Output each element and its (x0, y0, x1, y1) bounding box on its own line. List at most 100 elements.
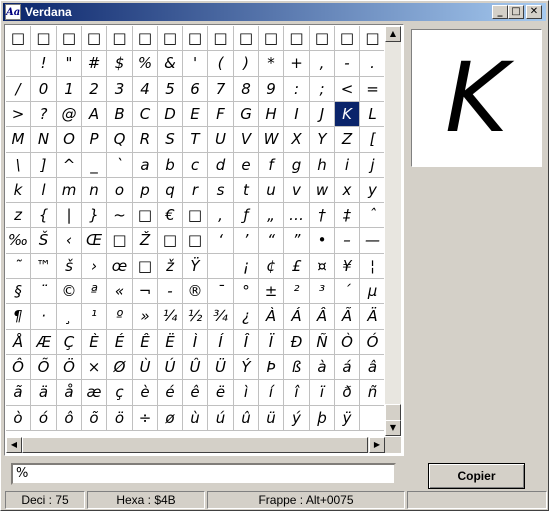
char-cell[interactable]: ° (234, 279, 259, 304)
char-cell[interactable]: □ (107, 26, 133, 51)
char-cell[interactable]: G (234, 102, 259, 127)
char-cell[interactable]: 2 (82, 77, 107, 102)
char-cell[interactable]: Ü (208, 355, 234, 380)
char-cell[interactable]: ½ (183, 304, 208, 330)
char-cell[interactable]: ¨ (31, 279, 57, 304)
char-cell[interactable]: 5 (158, 77, 183, 102)
char-cell[interactable]: l (31, 178, 57, 203)
char-cell[interactable]: s (208, 178, 234, 203)
char-cell[interactable]: “ (259, 228, 284, 254)
char-cell[interactable]: ý (284, 406, 310, 431)
char-cell[interactable]: ± (259, 279, 284, 304)
char-cell[interactable]: ² (284, 279, 310, 304)
char-cell[interactable]: Œ (82, 228, 107, 254)
char-cell[interactable]: O (57, 127, 82, 153)
char-cell[interactable]: Z (335, 127, 360, 153)
char-cell[interactable]: Ê (133, 330, 158, 355)
char-cell[interactable]: ‘ (208, 228, 234, 254)
char-cell[interactable]: □ (133, 26, 158, 51)
char-cell[interactable]: ë (208, 380, 234, 406)
char-cell[interactable]: ÷ (133, 406, 158, 431)
char-cell[interactable]: Y (310, 127, 335, 153)
char-cell[interactable]: □ (133, 254, 158, 279)
char-cell[interactable]: ê (183, 380, 208, 406)
char-cell[interactable]: ˆ (360, 203, 384, 228)
char-cell[interactable]: □ (360, 26, 384, 51)
char-cell[interactable]: ü (259, 406, 284, 431)
char-cell[interactable]: † (310, 203, 335, 228)
char-cell[interactable]: i (335, 153, 360, 178)
char-cell[interactable]: [ (360, 127, 384, 153)
char-cell[interactable]: j (360, 153, 384, 178)
char-cell[interactable]: % (133, 51, 158, 77)
char-cell[interactable]: © (57, 279, 82, 304)
char-cell[interactable]: d (208, 153, 234, 178)
char-cell[interactable]: á (335, 355, 360, 380)
char-cell[interactable]: / (6, 77, 31, 102)
char-cell[interactable]: 7 (208, 77, 234, 102)
char-cell[interactable]: □ (183, 228, 208, 254)
char-cell[interactable]: □ (183, 203, 208, 228)
char-cell[interactable]: ¤ (310, 254, 335, 279)
char-cell[interactable]: ÿ (335, 406, 360, 431)
char-cell[interactable]: e (234, 153, 259, 178)
char-cell[interactable]: Ã (335, 304, 360, 330)
char-cell[interactable]: × (82, 355, 107, 380)
char-cell[interactable]: ® (183, 279, 208, 304)
char-cell[interactable]: □ (31, 26, 57, 51)
char-cell[interactable]: Æ (31, 330, 57, 355)
char-cell[interactable]: ï (310, 380, 335, 406)
scroll-left-arrow-icon[interactable]: ◀ (6, 437, 22, 453)
char-cell[interactable]: > (6, 102, 31, 127)
char-cell[interactable]: ô (57, 406, 82, 431)
char-cell[interactable]: g (284, 153, 310, 178)
char-cell[interactable]: D (158, 102, 183, 127)
char-cell[interactable]: f (259, 153, 284, 178)
char-cell[interactable]: 3 (107, 77, 133, 102)
char-cell[interactable]: # (82, 51, 107, 77)
char-cell[interactable]: Õ (31, 355, 57, 380)
char-cell[interactable]: □ (234, 26, 259, 51)
char-cell[interactable]: 1 (57, 77, 82, 102)
char-cell[interactable]: A (82, 102, 107, 127)
char-cell[interactable]: ´ (335, 279, 360, 304)
char-cell[interactable]: □ (259, 26, 284, 51)
char-cell[interactable]: Ö (57, 355, 82, 380)
char-cell[interactable]: m (57, 178, 82, 203)
horizontal-scroll-thumb[interactable] (22, 437, 368, 453)
char-cell[interactable]: œ (107, 254, 133, 279)
char-cell[interactable]: E (183, 102, 208, 127)
char-cell[interactable]: ` (107, 153, 133, 178)
char-cell[interactable]: w (310, 178, 335, 203)
char-cell[interactable]: M (6, 127, 31, 153)
char-cell[interactable]: Ý (234, 355, 259, 380)
char-cell[interactable]: å (57, 380, 82, 406)
char-cell[interactable]: Q (107, 127, 133, 153)
char-cell[interactable]: L (360, 102, 384, 127)
char-cell[interactable]: Ì (183, 330, 208, 355)
char-cell[interactable]: £ (284, 254, 310, 279)
char-cell[interactable]: þ (310, 406, 335, 431)
char-cell[interactable]: í (259, 380, 284, 406)
char-cell[interactable]: š (57, 254, 82, 279)
char-cell[interactable]: ‹ (57, 228, 82, 254)
char-cell[interactable]: □ (208, 26, 234, 51)
char-cell[interactable]: Š (31, 228, 57, 254)
char-cell[interactable]: • (310, 228, 335, 254)
char-cell[interactable]: I (284, 102, 310, 127)
char-cell[interactable]: ™ (31, 254, 57, 279)
char-cell[interactable]: _ (82, 153, 107, 178)
char-cell[interactable]: ¬ (133, 279, 158, 304)
char-cell[interactable]: ¸ (57, 304, 82, 330)
char-cell[interactable]: › (82, 254, 107, 279)
vertical-scrollbar[interactable]: ▲ ▼ (385, 26, 401, 436)
char-cell[interactable]: q (158, 178, 183, 203)
char-cell[interactable]: - (335, 51, 360, 77)
char-cell[interactable]: ) (234, 51, 259, 77)
char-cell[interactable]: h (310, 153, 335, 178)
char-cell[interactable]: ¥ (335, 254, 360, 279)
char-cell[interactable]: è (133, 380, 158, 406)
char-cell[interactable]: Û (183, 355, 208, 380)
char-cell[interactable]: ‚ (208, 203, 234, 228)
char-cell[interactable]: & (158, 51, 183, 77)
